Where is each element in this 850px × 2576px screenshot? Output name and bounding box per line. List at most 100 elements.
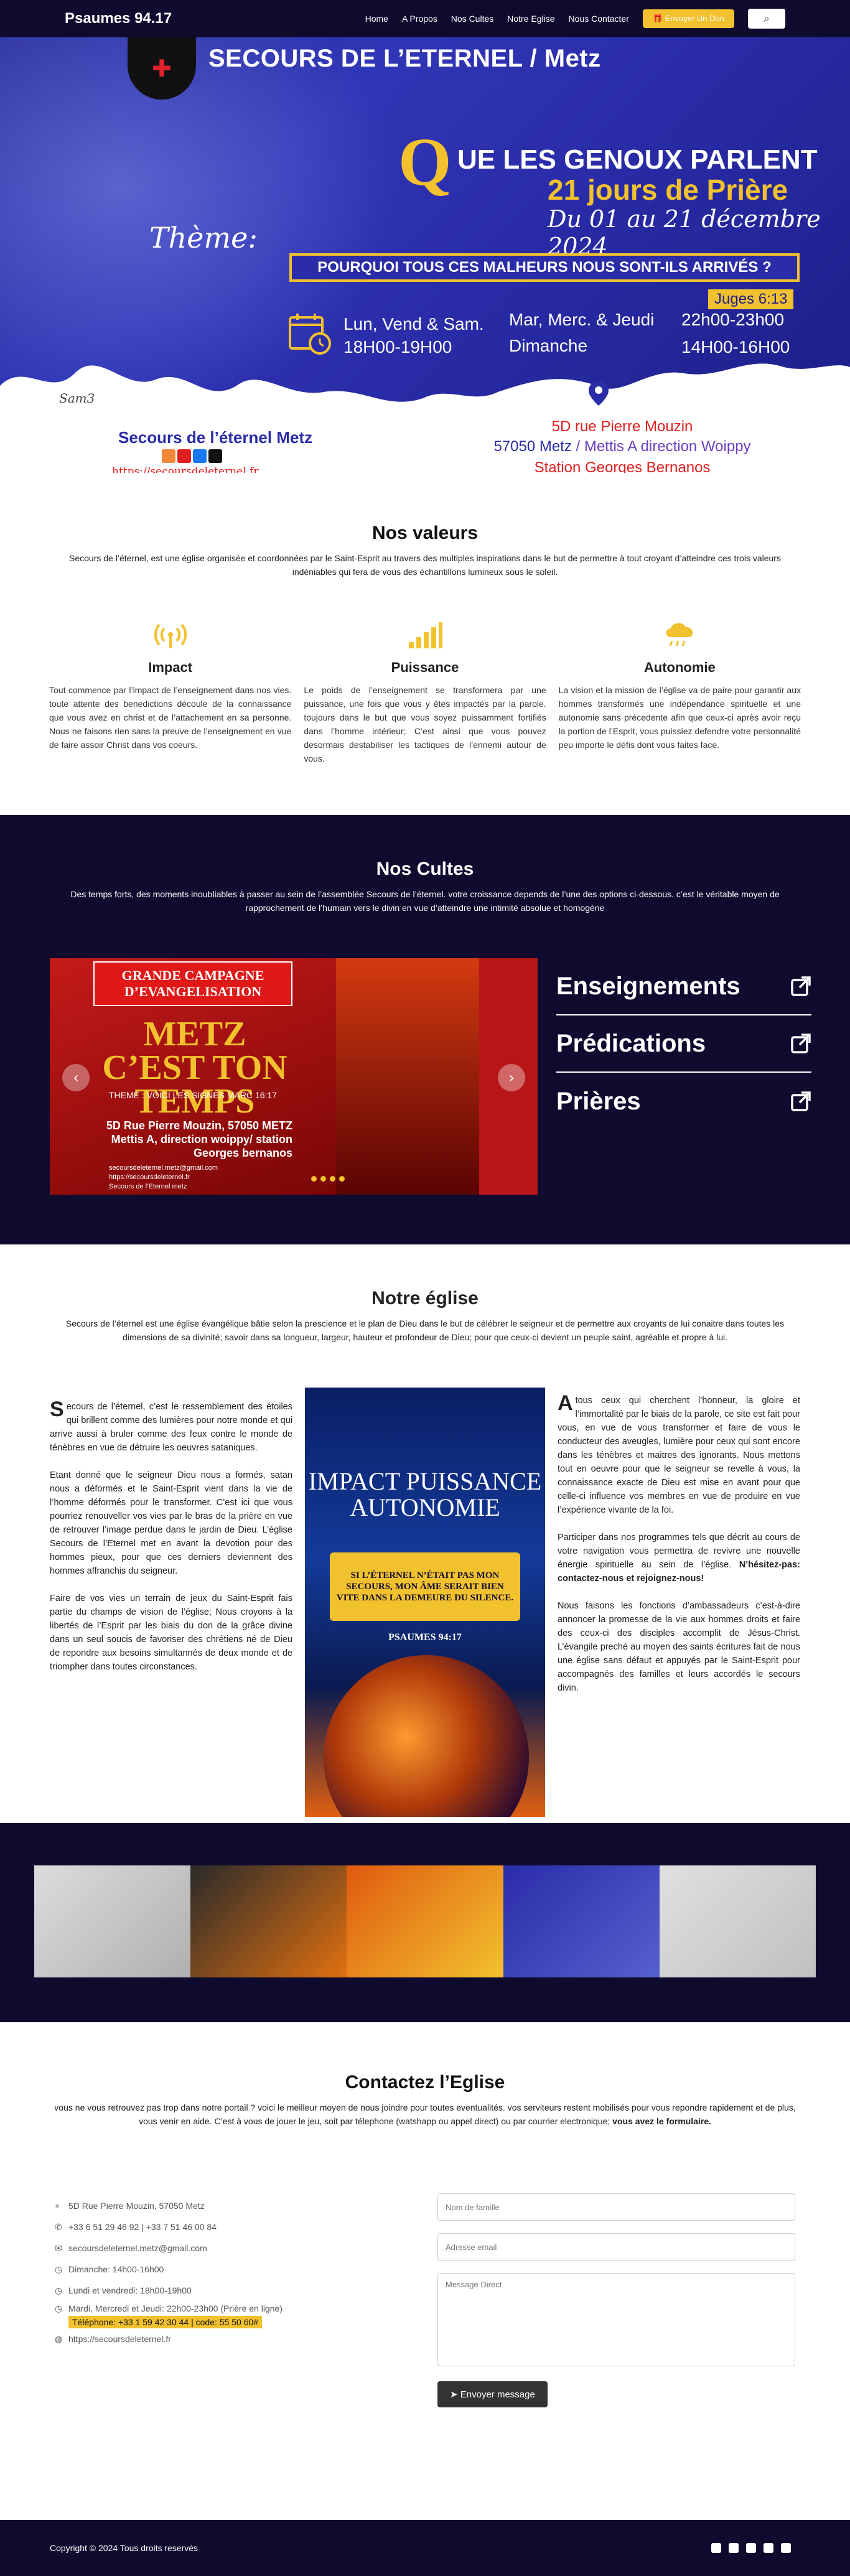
tiktok-icon[interactable]	[764, 2543, 773, 2553]
external-link-icon	[791, 976, 811, 996]
slide-banner: GRANDE CAMPAGNE D’EVANGELISATION	[93, 961, 292, 1006]
eglise-poster: IMPACT PUISSANCE AUTONOMIE SI L’ÉTERNEL …	[305, 1388, 545, 1817]
contact-info: ⌖ 5D Rue Pierre Mouzin, 57050 Metz ✆ +33 6…	[55, 2195, 378, 2350]
gallery-image[interactable]	[503, 1865, 660, 1977]
nav-menu: Home A Propos Nos Cultes Notre Eglise No…	[365, 9, 785, 29]
slide-email: secoursdeleternel.metz@gmail.com	[109, 1164, 218, 1172]
search-button[interactable]: ⌕	[748, 9, 785, 29]
instagram-icon[interactable]	[162, 449, 175, 463]
contact-row-email: ✉ secoursdeleternel.metz@gmail.com	[55, 2238, 378, 2259]
contact-row-phone: ✆ +33 6 51 29 46 92 | +33 7 51 46 00 84	[55, 2216, 378, 2238]
slide-url: https://secoursdeleternel.fr	[109, 1174, 190, 1181]
link-prieres[interactable]: Prières	[556, 1073, 811, 1130]
contact-hours: Mardi, Mercredi et Jeudi: 22h00-23h00 (P…	[68, 2303, 283, 2313]
gallery-image[interactable]	[34, 1865, 191, 1977]
slider-dot[interactable]	[311, 1176, 317, 1182]
hero-juges: Juges 6:13	[708, 289, 794, 309]
slider-dot[interactable]	[330, 1176, 335, 1182]
slider-dot[interactable]	[320, 1176, 326, 1182]
contact-row-address: ⌖ 5D Rue Pierre Mouzin, 57050 Metz	[55, 2195, 378, 2216]
nav-link-apropos[interactable]: A Propos	[402, 14, 437, 24]
gallery-image[interactable]	[659, 1865, 816, 1977]
contact-phone[interactable]: +33 6 51 29 46 92 | +33 7 51 46 00 84	[68, 2222, 217, 2232]
nav-link-eglise[interactable]: Notre Eglise	[507, 14, 554, 24]
search-icon: ⌕	[764, 12, 770, 24]
link-label: Prières	[556, 1087, 641, 1115]
contact-phone-code: Téléphone: +33 1 59 42 30 44 | code: 55 …	[68, 2316, 263, 2328]
sched1-time: 18H00-19H00	[343, 337, 452, 357]
contact-website[interactable]: https://secoursdeleternel.fr	[68, 2334, 171, 2344]
eglise-right-p1-text: tous ceux qui cherchent l’honneur, la gl…	[558, 1396, 800, 1515]
poster-quote: SI L’ÉTERNEL N’ÉTAIT PAS MON SECOURS, MO…	[330, 1552, 520, 1621]
eglise-left-p1: Secours de l’éternel, c’est le ressemble…	[50, 1399, 292, 1455]
hero: ✚ SECOURS DE L’ETERNEL / Metz Q UE LES G…	[0, 0, 850, 473]
gallery-image[interactable]	[190, 1865, 347, 1977]
contact-hours: Lundi et vendredi: 18h00-19h00	[68, 2285, 192, 2295]
link-label: Prédications	[556, 1029, 706, 1057]
top-nav: Psaumes 94.17 Home A Propos Nos Cultes N…	[0, 0, 850, 37]
contact-form: ➤ Envoyer message	[437, 2193, 795, 2407]
contact-email[interactable]: secoursdeleternel.metz@gmail.com	[68, 2243, 207, 2253]
slide-contacts: secoursdeleternel.metz@gmail.com https:/…	[109, 1164, 218, 1192]
nav-link-contact[interactable]: Nous Contacter	[569, 14, 629, 24]
value-text: Le poids de l’enseignement se transforme…	[304, 685, 546, 763]
value-title: Puissance	[391, 660, 459, 675]
value-title: Impact	[148, 660, 193, 675]
hero-address-city: 57050 Metz	[493, 438, 572, 455]
globe-image	[324, 1655, 529, 1817]
contact-title: Contactez l’Eglise	[345, 2072, 505, 2093]
contact-subtitle-bold: vous avez le formulaire.	[610, 2116, 711, 2126]
hero-address-1: 5D rue Pierre Mouzin	[551, 418, 693, 435]
slider-next-button[interactable]: ›	[498, 1064, 525, 1091]
donate-button[interactable]: 🎁 Envoyer Un Don	[642, 9, 734, 28]
chevron-left-icon: ‹	[73, 1069, 79, 1086]
gallery-section	[0, 1823, 850, 2022]
link-predications[interactable]: Prédications	[556, 1015, 811, 1073]
eglise-section: Notre église Secours de l’éternel est un…	[0, 1244, 850, 1823]
slider-dot[interactable]	[339, 1176, 345, 1182]
hero-socials	[162, 449, 222, 463]
value-title: Autonomie	[643, 660, 716, 675]
site-brand[interactable]: Psaumes 94.17	[65, 10, 172, 27]
nav-link-home[interactable]: Home	[365, 14, 388, 24]
email-input[interactable]	[437, 2233, 795, 2261]
donate-label: Envoyer Un Don	[665, 14, 724, 23]
tiktok-icon[interactable]	[208, 449, 222, 463]
instagram-icon[interactable]	[711, 2543, 721, 2553]
value-text: La vision et la mission de l’église va d…	[558, 685, 801, 750]
hero-address-3: Station Georges Bernanos	[534, 459, 711, 473]
link-enseignements[interactable]: Enseignements	[556, 958, 811, 1015]
hero-address-2: 57050 Metz / Mettis A direction Woippy	[467, 438, 778, 455]
facebook-icon[interactable]	[193, 449, 207, 463]
youtube-icon[interactable]	[177, 449, 191, 463]
map-pin-icon: ⌖	[55, 2200, 60, 2211]
hero-website[interactable]: https://secoursdeleternel.fr	[112, 465, 258, 473]
youtube-icon[interactable]	[781, 2543, 791, 2553]
envelope-icon: ✉	[55, 2242, 62, 2253]
calendar-icon	[289, 314, 331, 355]
gallery-image[interactable]	[347, 1865, 503, 1977]
send-message-button[interactable]: ➤ Envoyer message	[437, 2381, 548, 2407]
contact-hours: Dimanche: 14h00-16h00	[68, 2264, 164, 2274]
slider-prev-button[interactable]: ‹	[62, 1064, 90, 1091]
eglise-right-text: A tous ceux qui cherchent l’honneur, la …	[558, 1393, 800, 1709]
eglise-subtitle: Secours de l’éternel est une église évan…	[65, 1318, 785, 1342]
contact-row-mon-fri: ◷ Lundi et vendredi: 18h00-19h00	[55, 2280, 378, 2301]
cultes-slider[interactable]: GRANDE CAMPAGNE D’EVANGELISATION METZ C’…	[50, 958, 538, 1195]
eglise-right-p3: Nous faisons les fonctions d’ambassadeur…	[558, 1601, 800, 1693]
external-link-icon	[791, 1034, 811, 1053]
cultes-links: Enseignements Prédications Prières	[556, 958, 811, 1130]
slide-address: 5D Rue Pierre Mouzin, 57050 METZ Mettis …	[106, 1119, 292, 1159]
cultes-title: Nos Cultes	[376, 859, 474, 879]
hero-address-direction: / Mettis A direction Woippy	[571, 438, 751, 455]
hero-jours: 21 jours de Prière	[548, 174, 788, 206]
facebook-icon[interactable]	[729, 2543, 739, 2553]
message-input[interactable]	[437, 2273, 795, 2366]
cross-icon: ✚	[152, 55, 172, 82]
nav-link-cultes[interactable]: Nos Cultes	[451, 14, 493, 24]
twitter-icon[interactable]	[746, 2543, 756, 2553]
contact-row-website: ◍ https://secoursdeleternel.fr	[55, 2328, 378, 2350]
name-input[interactable]	[437, 2193, 795, 2221]
eglise-left-p1-text: ecours de l’éternel, c’est le ressemblem…	[50, 1402, 292, 1453]
chevron-right-icon: ›	[508, 1069, 515, 1086]
